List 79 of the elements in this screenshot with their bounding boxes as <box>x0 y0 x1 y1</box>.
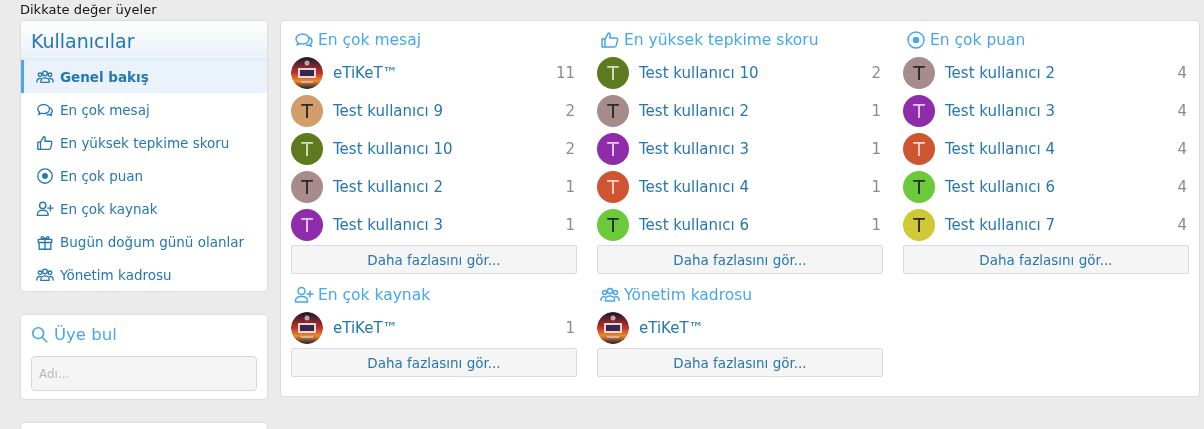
page-title: Dikkate değer üyeler <box>19 1 158 19</box>
user-avatar[interactable]: T <box>291 95 323 127</box>
user-avatar[interactable]: T <box>597 171 629 203</box>
member-count: 1 <box>565 178 576 196</box>
user-avatar[interactable]: T <box>291 209 323 241</box>
member-count: 1 <box>565 319 576 337</box>
see-more-button[interactable]: Daha fazlasını gör... <box>597 348 883 377</box>
user-avatar[interactable]: T <box>903 133 935 165</box>
member-count: 4 <box>1177 216 1188 234</box>
username-link[interactable]: Test kullanıcı 3 <box>333 216 566 234</box>
sidebar-item[interactable]: En yüksek tepkime skoru <box>21 126 267 159</box>
see-more-button[interactable]: Daha fazlasını gör... <box>291 348 577 377</box>
see-more-button[interactable]: Daha fazlasını gör... <box>291 245 577 274</box>
member-count: 1 <box>565 216 576 234</box>
user-avatar[interactable]: T <box>291 133 323 165</box>
member-count: 1 <box>871 102 882 120</box>
username-link[interactable]: Test kullanıcı 6 <box>639 216 872 234</box>
users-icon <box>36 265 54 284</box>
see-more-button[interactable]: Daha fazlasını gör... <box>903 245 1189 274</box>
username-link[interactable]: Test kullanıcı 3 <box>639 140 872 158</box>
member-count: 2 <box>565 140 576 158</box>
username-link[interactable]: eTiKeT™ <box>333 64 556 82</box>
username-link[interactable]: eTiKeT™ <box>333 319 566 337</box>
section-title[interactable]: En çok puan <box>903 26 1189 54</box>
user-avatar[interactable]: T <box>903 57 935 89</box>
users-icon <box>36 67 54 86</box>
member-count: 2 <box>871 64 882 82</box>
member-count: 2 <box>565 102 576 120</box>
member-count: 4 <box>1177 102 1188 120</box>
thumbs-up-icon <box>36 133 54 152</box>
thumbs-up-icon <box>600 30 620 50</box>
member-count: 1 <box>871 216 882 234</box>
username-link[interactable]: Test kullanıcı 4 <box>639 178 872 196</box>
user-avatar[interactable]: T <box>291 171 323 203</box>
username-link[interactable]: Test kullanıcı 3 <box>945 102 1178 120</box>
member-count: 1 <box>871 140 882 158</box>
sidebar-item[interactable]: En çok puan <box>21 159 267 192</box>
sidebar-item[interactable]: Yönetim kadrosu <box>21 258 267 291</box>
sidebar-item[interactable]: Bugün doğum günü olanlar <box>21 225 267 258</box>
user-avatar[interactable]: T <box>903 209 935 241</box>
name-input-field[interactable]: Adı... <box>31 356 257 391</box>
user-avatar[interactable]: T <box>597 57 629 89</box>
sidebar-item[interactable]: En çok kaynak <box>21 192 267 225</box>
target-icon <box>906 30 926 50</box>
section-title[interactable]: En çok kaynak <box>291 281 577 309</box>
user-avatar[interactable]: T <box>597 209 629 241</box>
section-title[interactable]: Yönetim kadrosu <box>597 281 883 309</box>
member-count: 4 <box>1177 64 1188 82</box>
sidebar-title: Kullanıcılar <box>21 21 267 60</box>
target-icon <box>36 166 54 185</box>
sidebar-item[interactable]: Genel bakış <box>21 60 267 93</box>
see-more-button[interactable]: Daha fazlasını gör... <box>597 245 883 274</box>
section-title[interactable]: En yüksek tepkime skoru <box>597 26 883 54</box>
username-link[interactable]: Test kullanıcı 2 <box>639 102 872 120</box>
user-avatar[interactable]: T <box>903 171 935 203</box>
username-link[interactable]: Test kullanıcı 2 <box>945 64 1178 82</box>
user-avatar[interactable]: T <box>597 95 629 127</box>
users-icon <box>600 285 620 305</box>
member-count: 4 <box>1177 140 1188 158</box>
member-search-title: Üye bul <box>31 325 257 344</box>
chat-bubbles-icon <box>294 30 314 50</box>
sidebar-item[interactable]: En çok mesaj <box>21 93 267 126</box>
username-link[interactable]: Test kullanıcı 10 <box>639 64 872 82</box>
user-avatar[interactable]: T <box>597 133 629 165</box>
member-count: 11 <box>555 64 576 82</box>
username-link[interactable]: Test kullanıcı 10 <box>333 140 566 158</box>
member-count: 4 <box>1177 178 1188 196</box>
user-avatar[interactable]: T <box>903 95 935 127</box>
search-icon <box>31 325 49 344</box>
member-count: 1 <box>871 178 882 196</box>
username-link[interactable]: Test kullanıcı 6 <box>945 178 1178 196</box>
username-link[interactable]: Test kullanıcı 9 <box>333 102 566 120</box>
username-link[interactable]: Test kullanıcı 7 <box>945 216 1178 234</box>
username-link[interactable]: Test kullanıcı 2 <box>333 178 566 196</box>
user-plus-icon <box>294 285 314 305</box>
user-plus-icon <box>36 199 54 218</box>
username-link[interactable]: Test kullanıcı 4 <box>945 140 1178 158</box>
username-link[interactable]: eTiKeT™ <box>639 319 883 337</box>
section-title[interactable]: En çok mesaj <box>291 26 577 54</box>
